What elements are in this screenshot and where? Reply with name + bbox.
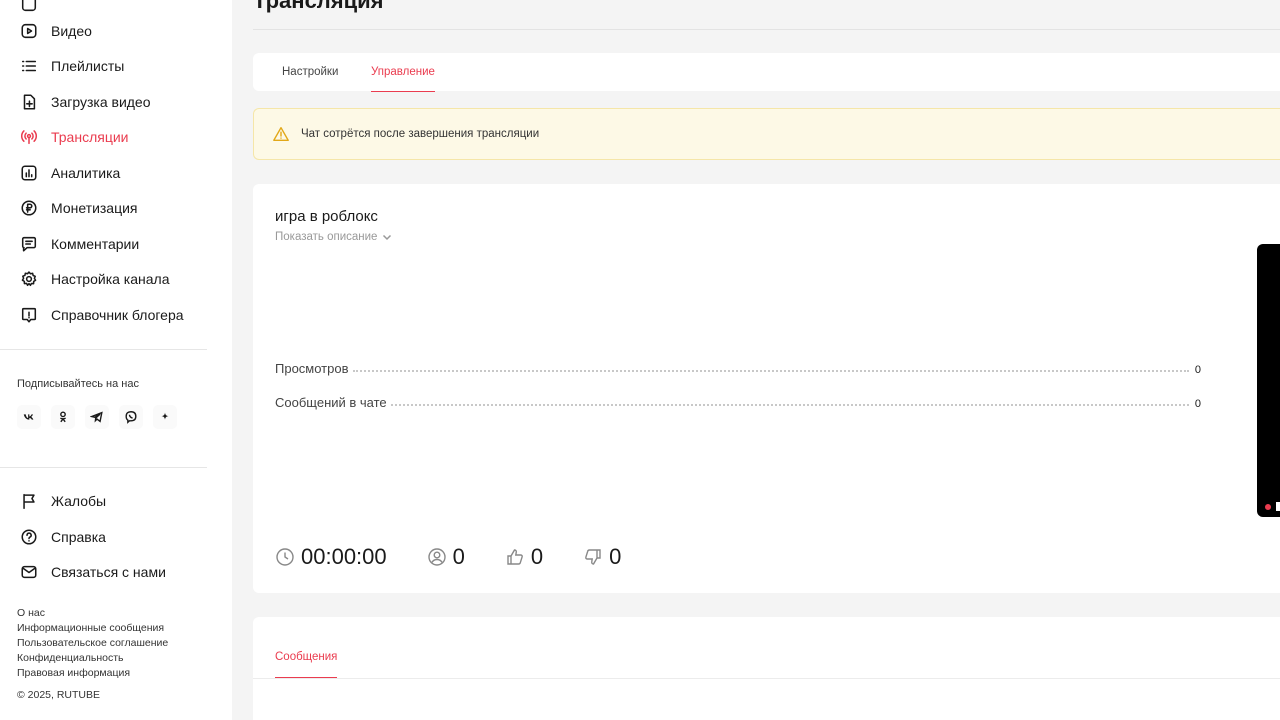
dislikes-value: 0 — [609, 544, 622, 569]
info-icon — [18, 304, 40, 326]
sidebar-item-label: Плейлисты — [51, 58, 125, 74]
video-player[interactable] — [1257, 244, 1280, 517]
vk-icon[interactable] — [17, 405, 41, 429]
clock-icon — [276, 548, 294, 566]
footer-link-info-messages[interactable]: Информационные сообщения — [17, 621, 168, 636]
thumbs-up-icon — [507, 549, 523, 565]
social-links — [17, 405, 177, 429]
sidebar-item-label: Настройка канала — [51, 271, 170, 287]
ruble-icon — [18, 197, 40, 219]
sidebar-item-channel-settings[interactable]: Настройка канала — [0, 262, 232, 296]
footer-link-about[interactable]: О нас — [17, 606, 168, 621]
viewers-stat: 0 — [427, 544, 465, 570]
warning-text: Чат сотрётся после завершения трансляции — [301, 128, 540, 140]
analytics-icon — [18, 162, 40, 184]
follow-label: Подписывайтесь на нас — [17, 378, 139, 390]
user-icon — [427, 548, 446, 566]
sidebar-item-contact[interactable]: Связаться с нами — [0, 555, 232, 589]
page-title: Трансляция — [253, 0, 384, 13]
upload-icon — [18, 91, 40, 113]
gear-icon — [18, 268, 40, 290]
footer-links: О нас Информационные сообщения Пользоват… — [17, 606, 168, 681]
sidebar-item-label: Комментарии — [51, 236, 140, 252]
show-description-label: Показать описание — [275, 231, 378, 243]
help-icon — [18, 526, 40, 548]
comment-icon — [18, 233, 40, 255]
stream-card: игра в роблокс Показать описание Просмот… — [253, 184, 1280, 593]
live-indicator — [1265, 504, 1271, 510]
viber-icon[interactable] — [119, 405, 143, 429]
player-control[interactable] — [1276, 502, 1280, 511]
sidebar-item-label: Аналитика — [51, 165, 121, 181]
tab-messages[interactable]: Сообщения — [275, 651, 338, 678]
sidebar-item-label: Монетизация — [51, 200, 138, 216]
stat-row-chat-messages: Сообщений в чате 0 — [275, 395, 1201, 410]
stat-value: 0 — [1194, 364, 1201, 376]
sidebar-item-label: Справка — [51, 529, 106, 545]
viewers-value: 0 — [452, 544, 465, 569]
mail-icon — [18, 561, 40, 583]
footer-link-legal[interactable]: Правовая информация — [17, 666, 168, 681]
partial-icon — [18, 0, 40, 15]
stat-value: 0 — [1194, 398, 1201, 410]
sidebar-item-upload[interactable]: Загрузка видео — [0, 85, 232, 119]
duration-value: 00:00:00 — [301, 544, 387, 569]
tab-settings[interactable]: Настройки — [282, 53, 338, 91]
sidebar-item-video[interactable]: Видео — [0, 14, 232, 48]
playlist-icon — [18, 55, 40, 77]
copyright: © 2025, RUTUBE — [17, 689, 101, 701]
sidebar-item-label: Трансляции — [51, 129, 129, 145]
messages-divider — [253, 678, 1280, 679]
sidebar-item-label: Справочник блогера — [51, 307, 184, 323]
footer-link-user-agreement[interactable]: Пользовательское соглашение — [17, 636, 168, 651]
show-description-toggle[interactable]: Показать описание — [275, 231, 392, 243]
odnoklassniki-icon[interactable] — [51, 405, 75, 429]
sidebar: Видео Плейлисты Загрузка видео Трансляци… — [0, 0, 232, 720]
stat-label: Просмотров — [275, 361, 349, 376]
chevron-down-icon — [383, 234, 392, 241]
sidebar-item-monetization[interactable]: Монетизация — [0, 191, 232, 225]
warning-icon — [272, 124, 292, 144]
duration-stat: 00:00:00 — [275, 544, 387, 570]
title-divider — [253, 29, 1280, 30]
sidebar-item-label: Жалобы — [51, 493, 107, 509]
stat-row-views: Просмотров 0 — [275, 361, 1201, 376]
tab-management[interactable]: Управление — [371, 53, 435, 92]
video-icon — [18, 20, 40, 42]
dotted-leader — [352, 370, 1189, 372]
sparkle-icon[interactable] — [153, 405, 177, 429]
thumbs-down-icon — [585, 549, 601, 565]
likes-value: 0 — [530, 544, 544, 569]
sidebar-item-analytics[interactable]: Аналитика — [0, 156, 232, 190]
sidebar-divider — [0, 349, 207, 350]
telegram-icon[interactable] — [85, 405, 109, 429]
footer-link-privacy[interactable]: Конфиденциальность — [17, 651, 168, 666]
sidebar-item-comments[interactable]: Комментарии — [0, 227, 232, 261]
warning-banner: Чат сотрётся после завершения трансляции — [253, 108, 1280, 160]
sidebar-item-help[interactable]: Справка — [0, 520, 232, 554]
live-stats: 00:00:00 0 0 0 — [275, 544, 661, 570]
messages-card: Сообщения — [253, 617, 1280, 720]
tabs-bar: Настройки Управление — [253, 53, 1280, 92]
sidebar-item-playlists[interactable]: Плейлисты — [0, 49, 232, 83]
sidebar-item-broadcasts[interactable]: Трансляции — [0, 120, 232, 154]
sidebar-item-label: Видео — [51, 23, 92, 39]
likes-stat: 0 — [505, 544, 543, 570]
flag-icon — [18, 490, 40, 512]
dotted-leader — [390, 404, 1189, 406]
stream-title: игра в роблокс — [275, 208, 378, 225]
stat-label: Сообщений в чате — [275, 395, 387, 410]
sidebar-item-complaints[interactable]: Жалобы — [0, 484, 232, 518]
dislikes-stat: 0 — [583, 544, 621, 570]
sidebar-item-label: Связаться с нами — [51, 564, 166, 580]
sidebar-item-blogger-guide[interactable]: Справочник блогера — [0, 298, 232, 332]
broadcast-icon — [18, 126, 40, 148]
sidebar-divider — [0, 467, 207, 468]
sidebar-item-label: Загрузка видео — [51, 94, 151, 110]
